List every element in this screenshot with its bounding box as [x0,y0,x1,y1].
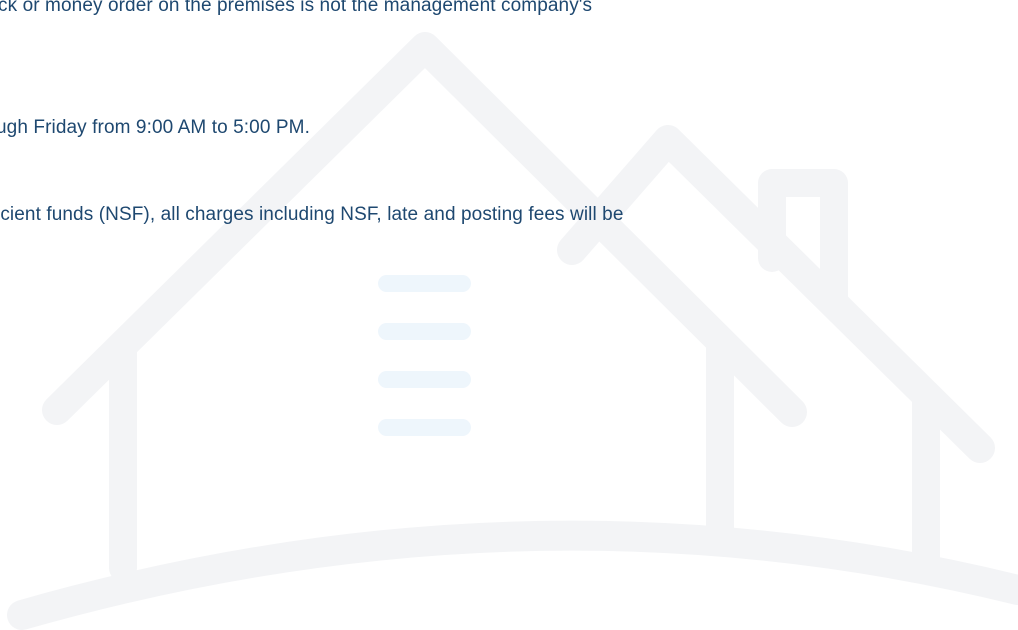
policy-text-line: ck or money order on the premises is not… [0,0,593,16]
office-hours-text-line: ugh Friday from 9:00 AM to 5:00 PM. [0,117,310,138]
house-outline-icon [7,32,1018,630]
door-bar-2 [378,323,471,340]
door-bars [378,275,471,436]
door-bar-1 [378,275,471,292]
main-roof [42,32,807,427]
nsf-policy-text-line: icient funds (NSF), all charges includin… [0,204,624,225]
page-content: ck or money order on the premises is not… [0,0,1018,630]
door-bar-3 [378,371,471,388]
door-bar-4 [378,419,471,436]
ground-arc [7,520,1018,630]
